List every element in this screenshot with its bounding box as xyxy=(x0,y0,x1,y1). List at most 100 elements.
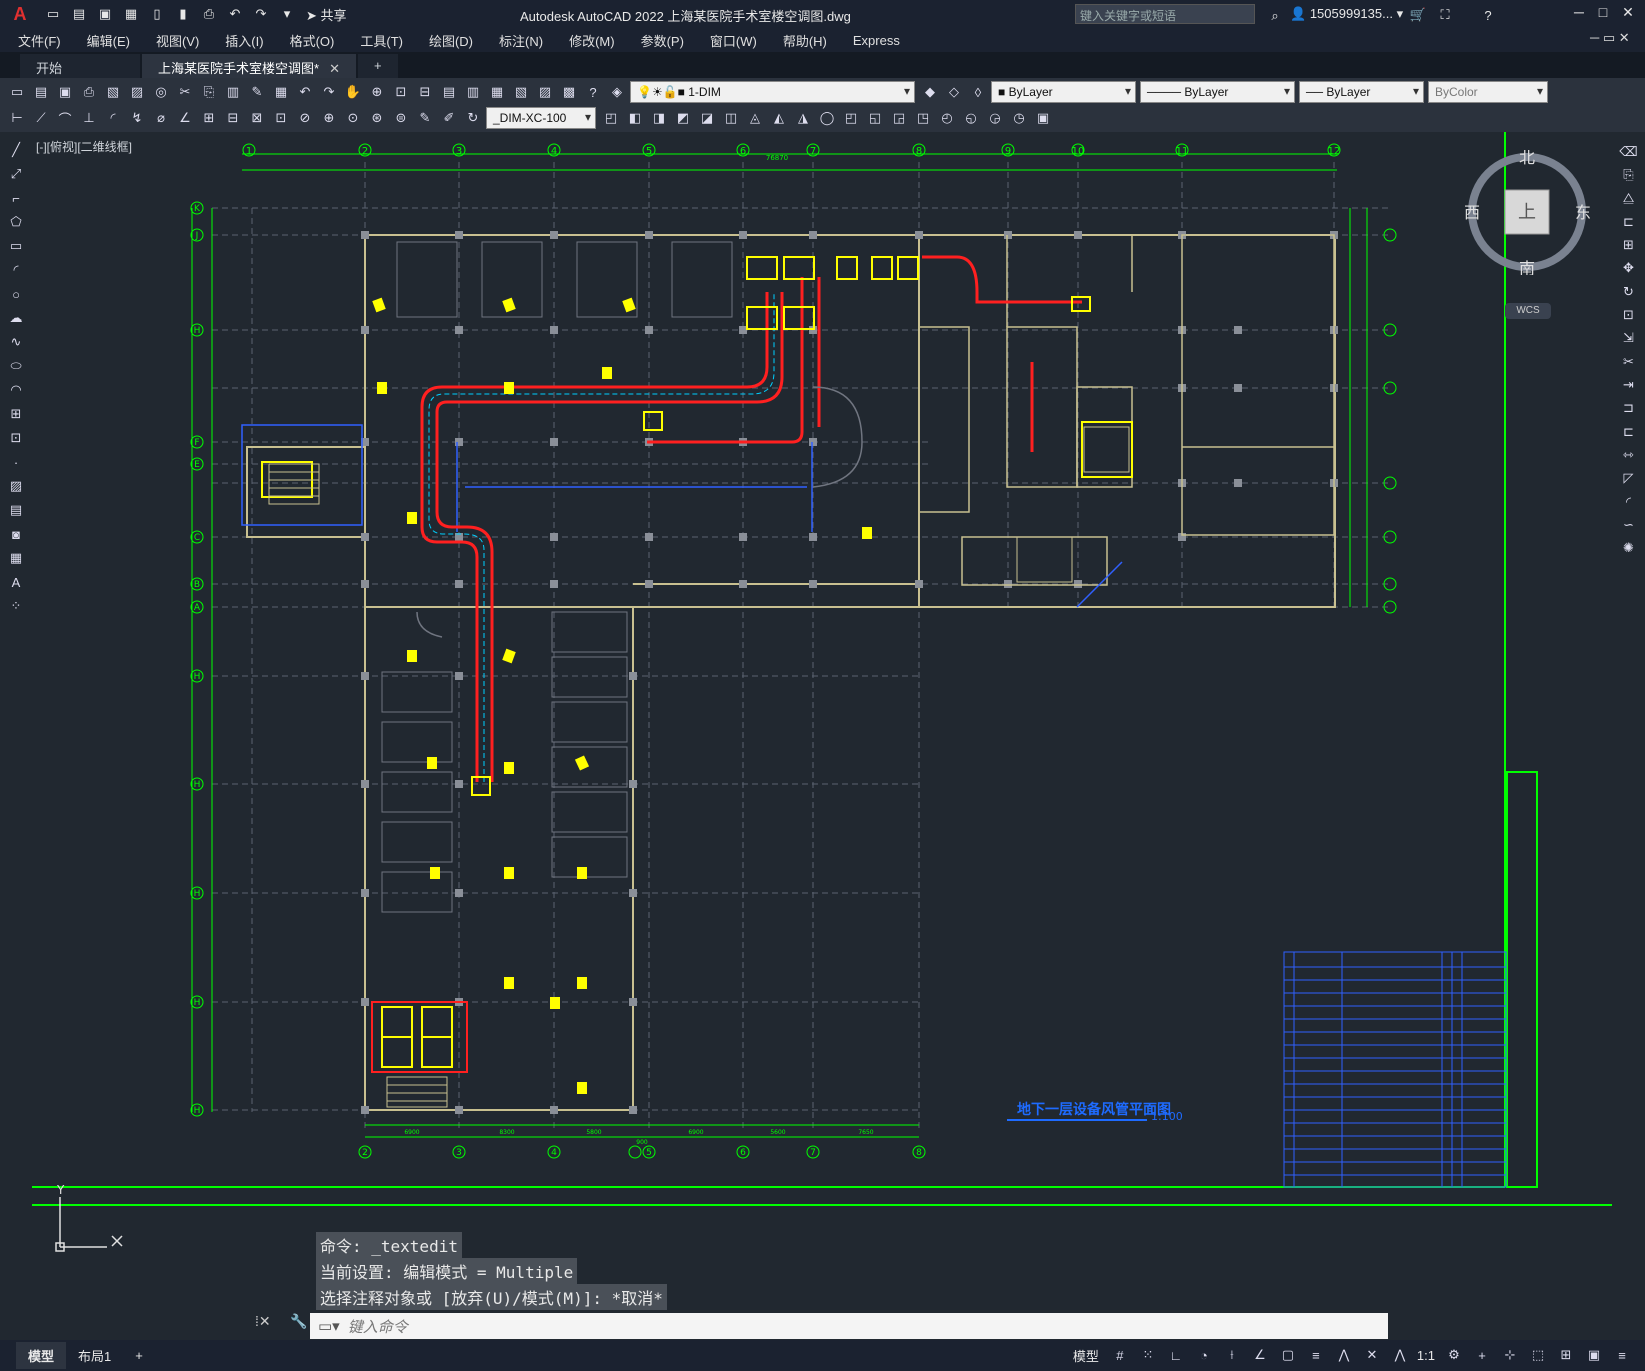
layer-dropdown[interactable]: 💡☀🔓■ 1-DIM xyxy=(630,81,915,103)
lineweight-icon[interactable]: ≡ xyxy=(1305,1344,1327,1366)
solid-icon-11[interactable]: ◱ xyxy=(864,107,886,129)
polyline-icon[interactable]: ⌐ xyxy=(5,187,27,209)
solid-icon-2[interactable]: ◨ xyxy=(648,107,670,129)
make-block-icon[interactable]: ⊡ xyxy=(5,427,27,449)
insert-block-icon[interactable]: ⊞ xyxy=(5,403,27,425)
minimize-button[interactable]: ─ xyxy=(1567,4,1591,20)
open-icon[interactable]: ▤ xyxy=(68,3,90,25)
user-account[interactable]: 👤 1505999135... ▾ xyxy=(1290,6,1403,22)
solid-icon-4[interactable]: ◪ xyxy=(696,107,718,129)
viewport-controls[interactable]: [-][俯视][二维线框] xyxy=(36,138,132,155)
help-icon[interactable]: ? xyxy=(1477,4,1499,26)
redo-icon[interactable]: ↷ xyxy=(318,81,340,103)
dim-ordinate-icon[interactable]: ⊥ xyxy=(78,107,100,129)
solid-icon-5[interactable]: ◫ xyxy=(720,107,742,129)
redo-icon[interactable]: ↷ xyxy=(250,3,272,25)
zoom-window-icon[interactable]: ⊡ xyxy=(390,81,412,103)
menu-insert[interactable]: 插入(I) xyxy=(225,31,263,50)
center-mark-icon[interactable]: ⊙ xyxy=(342,107,364,129)
solid-icon-17[interactable]: ◷ xyxy=(1008,107,1030,129)
new-tab-button[interactable]: + xyxy=(357,54,398,78)
menu-edit[interactable]: 编辑(E) xyxy=(87,31,130,50)
color-dropdown[interactable]: ■ ByLayer xyxy=(991,81,1136,103)
publish-icon[interactable]: ▨ xyxy=(126,81,148,103)
compass-north[interactable]: 北 xyxy=(1519,148,1535,167)
drawing-canvas[interactable]: 1 2 3 4 5 6 7 8 9 10 11 12 76870 K J H F… xyxy=(32,132,1612,1257)
app-store-icon[interactable]: ⛶ xyxy=(1434,4,1456,26)
search-input[interactable]: 键入关键字或短语 xyxy=(1075,4,1255,24)
annotation-scale-icon[interactable]: ⋀ xyxy=(1389,1344,1411,1366)
tab-drawing[interactable]: 上海某医院手术室楼空调图* ✕ xyxy=(142,54,356,78)
app-logo[interactable]: A xyxy=(0,0,40,28)
cart-icon[interactable]: 🛒 xyxy=(1407,4,1429,26)
grid-icon[interactable]: # xyxy=(1109,1344,1131,1366)
solid-icon-9[interactable]: ◯ xyxy=(816,107,838,129)
spline-icon[interactable]: ∿ xyxy=(5,331,27,353)
open-web-icon[interactable]: ▯ xyxy=(146,3,168,25)
mirror-icon[interactable]: ⧋ xyxy=(1618,188,1640,209)
menu-draw[interactable]: 绘图(D) xyxy=(429,31,473,50)
properties-icon[interactable]: ▤ xyxy=(438,81,460,103)
object-snap-tracking-icon[interactable]: ∠ xyxy=(1249,1344,1271,1366)
drawing-viewport[interactable]: 1 2 3 4 5 6 7 8 9 10 11 12 76870 K J H F… xyxy=(32,132,1612,1257)
doc-window-controls[interactable]: ─ ▭ ✕ xyxy=(1590,30,1630,46)
chamfer-icon[interactable]: ◸ xyxy=(1618,468,1640,489)
layer-states-icon[interactable]: ◊ xyxy=(967,81,989,103)
layer-properties-icon[interactable]: ◈ xyxy=(606,81,628,103)
zoom-realtime-icon[interactable]: ⊕ xyxy=(366,81,388,103)
polar-icon[interactable]: ◔ xyxy=(1193,1344,1215,1366)
save-web-icon[interactable]: ▮ xyxy=(172,3,194,25)
solid-icon-16[interactable]: ◶ xyxy=(984,107,1006,129)
join-icon[interactable]: ⇿ xyxy=(1618,444,1640,465)
dim-edit-icon[interactable]: ✎ xyxy=(414,107,436,129)
undo-icon[interactable]: ↶ xyxy=(294,81,316,103)
inspect-icon[interactable]: ⊛ xyxy=(366,107,388,129)
model-tab[interactable]: 模型 xyxy=(16,1342,67,1369)
menu-file[interactable]: 文件(F) xyxy=(18,31,61,50)
lineweight-dropdown[interactable]: ── ByLayer xyxy=(1299,81,1424,103)
solid-icon-13[interactable]: ◳ xyxy=(912,107,934,129)
annotation-monitor-icon[interactable]: + xyxy=(1471,1344,1493,1366)
recent-commands-icon[interactable]: ▭▾ xyxy=(318,1317,340,1335)
scale-icon[interactable]: ⊡ xyxy=(1618,304,1640,325)
hatch-icon[interactable]: ▨ xyxy=(5,475,27,497)
polygon-icon[interactable]: ⬠ xyxy=(5,211,27,233)
region-icon[interactable]: ◙ xyxy=(5,523,27,545)
dim-space-icon[interactable]: ⊡ xyxy=(270,107,292,129)
dim-text-edit-icon[interactable]: ✐ xyxy=(438,107,460,129)
markup-icon[interactable]: ▨ xyxy=(534,81,556,103)
solid-icon-6[interactable]: ◬ xyxy=(744,107,766,129)
viewcube[interactable]: 上 北 南 东 西 xyxy=(1464,148,1591,278)
dim-arc-icon[interactable]: ⌒ xyxy=(54,107,76,129)
maximize-button[interactable]: □ xyxy=(1591,4,1615,20)
dim-style-icon[interactable]: ◰ xyxy=(600,107,622,129)
compass-west[interactable]: 西 xyxy=(1464,203,1480,222)
dim-angular-icon[interactable]: ∠ xyxy=(174,107,196,129)
menu-help[interactable]: 帮助(H) xyxy=(783,31,827,50)
command-input[interactable]: ▭▾ 键入命令 xyxy=(310,1313,1388,1339)
plot-icon[interactable]: ⎙ xyxy=(198,3,220,25)
3d-print-icon[interactable]: ◎ xyxy=(150,81,172,103)
layer-previous-icon[interactable]: ◇ xyxy=(943,81,965,103)
extend-icon[interactable]: ⇥ xyxy=(1618,374,1640,395)
menu-format[interactable]: 格式(O) xyxy=(290,31,335,50)
point-icon[interactable]: · xyxy=(5,451,27,473)
make-current-layer-icon[interactable]: ◆ xyxy=(919,81,941,103)
solid-icon-10[interactable]: ◰ xyxy=(840,107,862,129)
calculator-icon[interactable]: ▩ xyxy=(558,81,580,103)
copy-object-icon[interactable]: ⎘ xyxy=(1618,164,1640,185)
dim-diameter-icon[interactable]: ⌀ xyxy=(150,107,172,129)
solid-icon-8[interactable]: ◮ xyxy=(792,107,814,129)
dim-baseline-icon[interactable]: ⊟ xyxy=(222,107,244,129)
circle-icon[interactable]: ○ xyxy=(5,283,27,305)
snap-icon[interactable]: ⁙ xyxy=(1137,1344,1159,1366)
zoom-previous-icon[interactable]: ⊟ xyxy=(414,81,436,103)
close-button[interactable]: ✕ xyxy=(1616,4,1640,21)
ortho-icon[interactable]: ∟ xyxy=(1165,1344,1187,1366)
cut-icon[interactable]: ✂ xyxy=(174,81,196,103)
new-icon[interactable]: ▭ xyxy=(6,81,28,103)
dim-aligned-icon[interactable]: ⟋ xyxy=(30,107,52,129)
units-icon[interactable]: ⊹ xyxy=(1499,1344,1521,1366)
close-tab-icon[interactable]: ✕ xyxy=(329,61,340,76)
solid-icon-18[interactable]: ▣ xyxy=(1032,107,1054,129)
